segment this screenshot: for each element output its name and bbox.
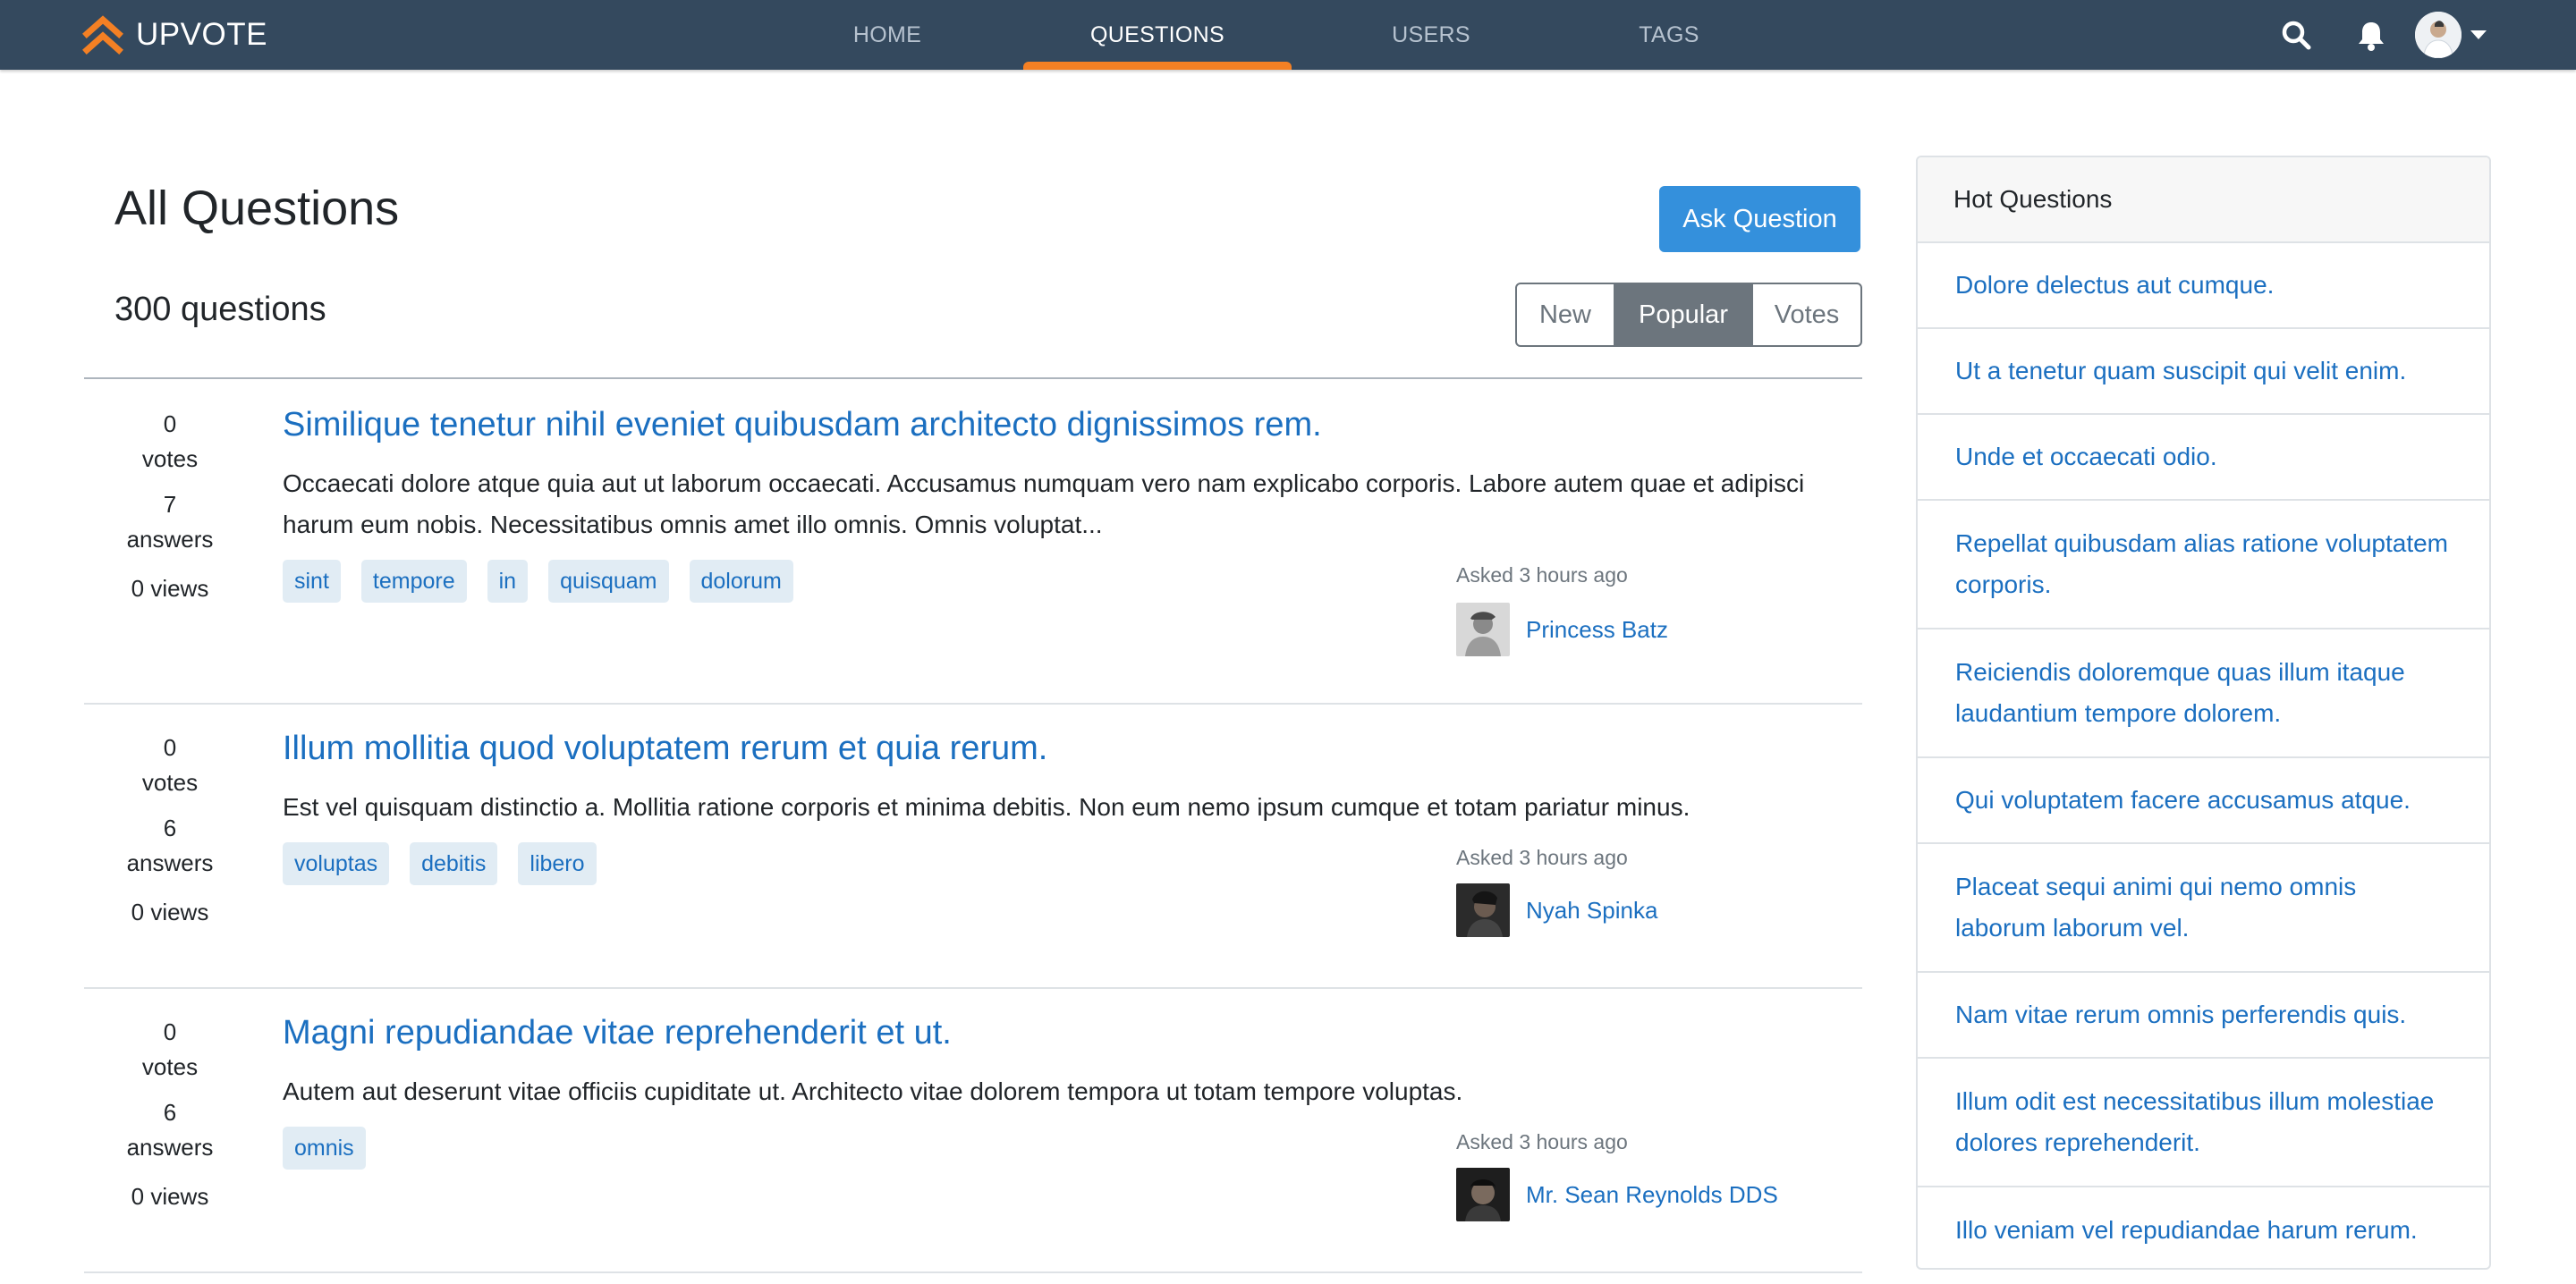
hot-question-link[interactable]: Repellat quibusdam alias ratione volupta… bbox=[1918, 501, 2489, 629]
question-item: 0 votes 7 answers 0 views Similique tene… bbox=[84, 379, 1862, 705]
author-name-link[interactable]: Princess Batz bbox=[1526, 616, 1668, 644]
question-stats: 0 votes 6 answers 0 views bbox=[84, 731, 256, 930]
tag[interactable]: omnis bbox=[283, 1127, 366, 1170]
search-icon[interactable] bbox=[2279, 18, 2313, 52]
question-excerpt: Autem aut deserunt vitae officiis cupidi… bbox=[283, 1077, 1463, 1105]
caret-down-icon bbox=[2470, 30, 2487, 39]
main-nav: HOME QUESTIONS USERS TAGS bbox=[0, 0, 2576, 70]
vote-count: 0 bbox=[163, 1018, 177, 1045]
hot-question-link[interactable]: Placeat sequi animi qui nemo omnis labor… bbox=[1918, 844, 2489, 973]
question-tags: omnis bbox=[283, 1127, 386, 1170]
user-avatar-icon bbox=[2415, 12, 2462, 58]
user-menu[interactable] bbox=[2415, 12, 2487, 58]
author-name-link[interactable]: Nyah Spinka bbox=[1526, 897, 1657, 925]
hot-question-link[interactable]: Illo veniam vel repudiandae harum rerum. bbox=[1918, 1187, 2489, 1268]
votes-label: votes bbox=[141, 1053, 199, 1080]
filter-votes-button[interactable]: Votes bbox=[1751, 284, 1860, 345]
question-title-link[interactable]: Magni repudiandae vitae reprehenderit et… bbox=[283, 1014, 952, 1052]
votes-label: votes bbox=[141, 445, 199, 472]
bell-icon[interactable] bbox=[2354, 18, 2388, 52]
question-stats: 0 votes 6 answers 0 views bbox=[84, 1016, 256, 1214]
answer-count: 6 bbox=[163, 1099, 177, 1126]
hot-question-link[interactable]: Dolore delectus aut cumque. bbox=[1918, 243, 2489, 329]
hot-question-link[interactable]: Nam vitae rerum omnis perferendis quis. bbox=[1918, 973, 2489, 1059]
answer-count: 7 bbox=[163, 491, 177, 518]
tag[interactable]: libero bbox=[518, 842, 597, 885]
tag[interactable]: dolorum bbox=[689, 560, 793, 603]
question-tags: voluptas debitis libero bbox=[283, 842, 617, 885]
tag[interactable]: voluptas bbox=[283, 842, 390, 885]
tag[interactable]: quisquam bbox=[548, 560, 669, 603]
votes-label: votes bbox=[141, 769, 199, 796]
answers-label: answers bbox=[126, 849, 214, 876]
hot-question-link[interactable]: Qui voluptatem facere accusamus atque. bbox=[1918, 758, 2489, 844]
author-name-link[interactable]: Mr. Sean Reynolds DDS bbox=[1526, 1181, 1778, 1209]
tag[interactable]: debitis bbox=[410, 842, 498, 885]
user-avatar bbox=[1456, 603, 1510, 656]
filter-popular-button[interactable]: Popular bbox=[1615, 284, 1751, 345]
question-author: Nyah Spinka bbox=[1456, 883, 1657, 937]
sort-filter-group: New Popular Votes bbox=[1515, 283, 1862, 347]
page-title: All Questions bbox=[114, 182, 400, 235]
question-item: 0 votes 6 answers 0 views Illum mollitia… bbox=[84, 705, 1862, 989]
hot-question-link[interactable]: Ut a tenetur quam suscipit qui velit eni… bbox=[1918, 329, 2489, 415]
hot-question-link[interactable]: Reiciendis doloremque quas illum itaque … bbox=[1918, 629, 2489, 758]
answers-label: answers bbox=[126, 526, 214, 553]
nav-users[interactable]: USERS bbox=[1297, 0, 1565, 70]
view-count: 0 views bbox=[131, 899, 209, 925]
question-author: Princess Batz bbox=[1456, 603, 1668, 656]
view-count: 0 views bbox=[131, 1183, 209, 1210]
tag[interactable]: tempore bbox=[360, 560, 467, 603]
question-excerpt: Occaecati dolore atque quia aut ut labor… bbox=[283, 469, 1805, 538]
question-title-link[interactable]: Similique tenetur nihil eveniet quibusda… bbox=[283, 406, 1322, 444]
user-avatar bbox=[1456, 883, 1510, 937]
nav-tags[interactable]: TAGS bbox=[1535, 0, 1803, 70]
filter-new-button[interactable]: New bbox=[1517, 284, 1615, 345]
tag[interactable]: sint bbox=[283, 560, 341, 603]
nav-home[interactable]: HOME bbox=[753, 0, 1021, 70]
hot-question-link[interactable]: Unde et occaecati odio. bbox=[1918, 415, 2489, 501]
question-title-link[interactable]: Illum mollitia quod voluptatem rerum et … bbox=[283, 730, 1047, 768]
hot-questions-header: Hot Questions bbox=[1918, 157, 2489, 243]
asked-time: Asked 3 hours ago bbox=[1456, 1130, 1628, 1153]
question-excerpt: Est vel quisquam distinctio a. Mollitia … bbox=[283, 793, 1690, 821]
asked-time: Asked 3 hours ago bbox=[1456, 563, 1628, 587]
top-navbar: UPVOTE HOME QUESTIONS USERS TAGS bbox=[0, 0, 2576, 70]
nav-questions[interactable]: QUESTIONS bbox=[1023, 0, 1292, 70]
question-stats: 0 votes 7 answers 0 views bbox=[84, 408, 256, 606]
vote-count: 0 bbox=[163, 410, 177, 437]
asked-time: Asked 3 hours ago bbox=[1456, 846, 1628, 869]
hot-question-link[interactable]: Illum odit est necessitatibus illum mole… bbox=[1918, 1059, 2489, 1187]
question-tags: sint tempore in quisquam dolorum bbox=[283, 560, 814, 603]
vote-count: 0 bbox=[163, 734, 177, 761]
avatar bbox=[2415, 12, 2462, 58]
question-item: 0 votes 6 answers 0 views Magni repudian… bbox=[84, 989, 1862, 1273]
hot-questions-card: Hot Questions Dolore delectus aut cumque… bbox=[1916, 156, 2491, 1270]
answers-label: answers bbox=[126, 1134, 214, 1161]
answer-count: 6 bbox=[163, 815, 177, 841]
view-count: 0 views bbox=[131, 575, 209, 602]
question-author: Mr. Sean Reynolds DDS bbox=[1456, 1168, 1778, 1221]
ask-question-button[interactable]: Ask Question bbox=[1659, 186, 1860, 252]
question-count: 300 questions bbox=[114, 291, 326, 328]
user-avatar bbox=[1456, 1168, 1510, 1221]
tag[interactable]: in bbox=[487, 560, 529, 603]
